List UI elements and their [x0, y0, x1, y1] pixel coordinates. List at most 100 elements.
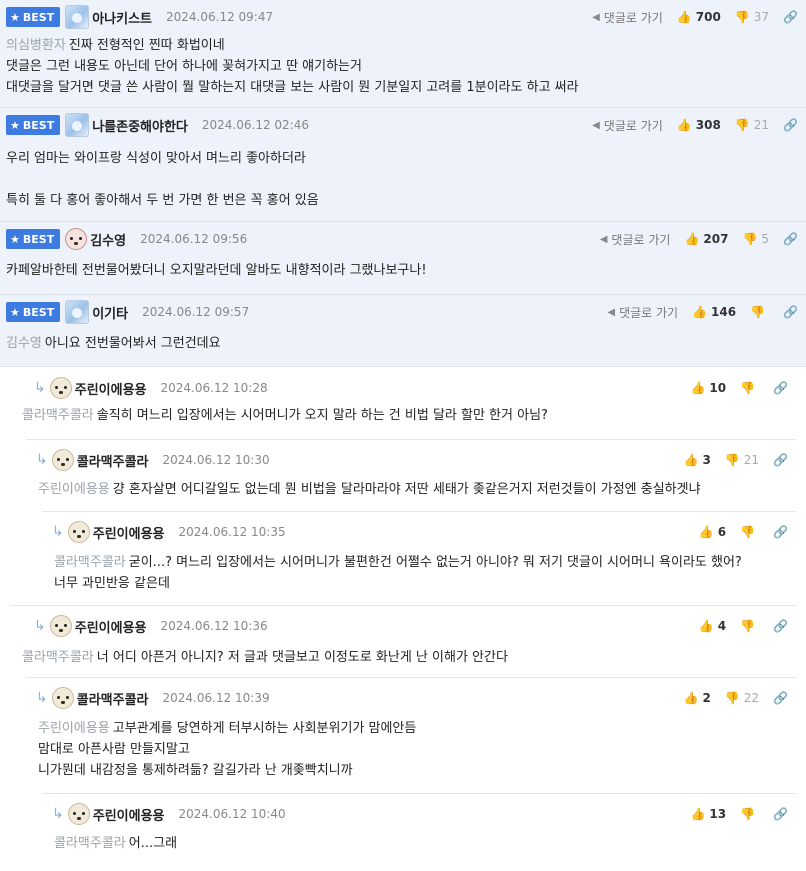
comment-body: 콜라맥주콜라 굳이...? 며느리 입장에서는 시어머니가 불편한건 어쩔수 없는…: [54, 555, 742, 591]
upvote-button[interactable]: 👍 207: [684, 232, 728, 246]
comment-date: 2024.06.12 10:40: [178, 807, 286, 821]
link-icon[interactable]: 🔗: [783, 305, 798, 319]
author-name[interactable]: 주린이에용용: [93, 805, 165, 824]
avatar[interactable]: [65, 228, 88, 250]
thumbs-up-icon: 👍: [676, 10, 692, 24]
upvote-button[interactable]: 👍 4: [699, 619, 726, 633]
downvote-button[interactable]: 👎: [740, 525, 759, 539]
reply-arrow-icon: ↳: [36, 452, 48, 468]
link-icon[interactable]: 🔗: [773, 619, 788, 633]
arrow-icon: ◀: [599, 233, 608, 245]
thumbs-up-icon: 👍: [690, 807, 706, 821]
avatar[interactable]: [65, 5, 90, 29]
goto-comment-button[interactable]: ◀ 댓글로 가기: [600, 231, 671, 248]
mention[interactable]: 김수영: [6, 336, 42, 351]
mention[interactable]: 의심병환자: [6, 38, 66, 53]
avatar[interactable]: [67, 803, 90, 825]
upvote-button[interactable]: 👍 10: [690, 381, 726, 395]
downvote-button[interactable]: 👎 22: [725, 691, 759, 705]
author-name[interactable]: 김수영: [90, 230, 126, 249]
link-icon[interactable]: 🔗: [773, 525, 788, 539]
thumbs-up-icon: 👍: [683, 453, 699, 467]
reply-item: ↳ 주린이에용용 2024.06.12 10:35 👍 6 👎 🔗 콜라맥주콜라 굳…: [42, 511, 796, 605]
upvote-button[interactable]: 👍 308: [677, 118, 721, 132]
link-icon[interactable]: 🔗: [773, 381, 788, 395]
star-icon: ★: [10, 305, 20, 319]
link-icon[interactable]: 🔗: [773, 807, 788, 821]
best-badge: ★ BEST: [6, 229, 61, 249]
avatar[interactable]: [65, 113, 90, 137]
downvote-button[interactable]: 👎 5: [742, 232, 769, 246]
author-name[interactable]: 콜라맥주콜라: [77, 451, 149, 470]
mention[interactable]: 주린이에용용: [38, 721, 110, 736]
thumbs-down-icon: 👎: [734, 118, 750, 132]
author-name[interactable]: 주린이에용용: [93, 523, 165, 542]
link-icon[interactable]: 🔗: [783, 232, 798, 246]
thumbs-down-icon: 👎: [742, 232, 758, 246]
comment-date: 2024.06.12 10:30: [162, 453, 270, 467]
avatar[interactable]: [67, 521, 90, 543]
best-badge: ★ BEST: [6, 115, 61, 135]
star-icon: ★: [10, 118, 20, 132]
reply-item: ↳ 주린이에용용 2024.06.12 10:40 👍 13 👎 🔗 콜라맥주콜라…: [42, 793, 796, 865]
goto-comment-button[interactable]: ◀ 댓글로 가기: [592, 9, 663, 26]
reply-item: ↳ 콜라맥주콜라 2024.06.12 10:30 👍 3 👎 21 🔗 주린이에용…: [26, 439, 796, 511]
author-name[interactable]: 이기타: [92, 303, 128, 322]
downvote-button[interactable]: 👎: [740, 619, 759, 633]
comment-body: 의심병환자 진짜 전형적인 찐따 화법이네 댓글은 그런 내용도 아닌데 단어 하…: [6, 38, 579, 95]
thumbs-down-icon: 👎: [724, 453, 740, 467]
avatar[interactable]: [65, 300, 90, 324]
mention[interactable]: 콜라맥주콜라: [54, 555, 126, 570]
thumbs-down-icon: 👎: [740, 525, 756, 539]
author-name[interactable]: 주린이에용용: [75, 617, 147, 636]
mention[interactable]: 콜라맥주콜라: [54, 836, 126, 851]
downvote-button[interactable]: 👎 37: [735, 10, 769, 24]
link-icon[interactable]: 🔗: [783, 10, 798, 24]
avatar[interactable]: [51, 687, 74, 709]
thumbs-down-icon: 👎: [734, 10, 750, 24]
avatar[interactable]: [49, 377, 72, 399]
thumbs-down-icon: 👎: [740, 619, 756, 633]
downvote-button[interactable]: 👎 21: [725, 453, 759, 467]
mention[interactable]: 콜라맥주콜라: [22, 408, 94, 423]
link-icon[interactable]: 🔗: [773, 453, 788, 467]
upvote-button[interactable]: 👍 6: [699, 525, 726, 539]
thumbs-down-icon: 👎: [740, 381, 756, 395]
author-name[interactable]: 아나키스트: [92, 8, 152, 27]
mention[interactable]: 콜라맥주콜라: [22, 650, 94, 665]
thumbs-down-icon: 👎: [750, 305, 766, 319]
upvote-button[interactable]: 👍 13: [690, 807, 726, 821]
thumbs-up-icon: 👍: [692, 305, 708, 319]
comment-body: 주린이에용용 걍 혼자살면 어디갈일도 없는데 뭔 비법을 달라마라야 저딴 세태…: [38, 482, 701, 497]
comment-date: 2024.06.12 10:36: [160, 619, 268, 633]
comment-body: 우리 엄마는 와이프랑 식성이 맞아서 며느리 좋아하더라 특히 둘 다 홍어 …: [6, 151, 319, 208]
thumbs-up-icon: 👍: [690, 381, 706, 395]
upvote-button[interactable]: 👍 3: [684, 453, 711, 467]
reply-arrow-icon: ↳: [34, 380, 46, 396]
comment-date: 2024.06.12 09:56: [140, 232, 248, 246]
star-icon: ★: [10, 232, 20, 246]
avatar[interactable]: [51, 449, 74, 471]
comment-date: 2024.06.12 10:28: [160, 381, 268, 395]
upvote-button[interactable]: 👍 2: [684, 691, 711, 705]
downvote-button[interactable]: 👎: [740, 381, 759, 395]
link-icon[interactable]: 🔗: [783, 118, 798, 132]
downvote-button[interactable]: 👎: [750, 305, 769, 319]
best-comment: ★ BEST 김수영 2024.06.12 09:56 ◀ 댓글로 가기 👍 207 …: [0, 222, 806, 295]
author-name[interactable]: 주린이에용용: [75, 379, 147, 398]
goto-comment-button[interactable]: ◀ 댓글로 가기: [592, 117, 663, 134]
goto-comment-button[interactable]: ◀ 댓글로 가기: [607, 304, 678, 321]
avatar[interactable]: [49, 615, 72, 637]
mention[interactable]: 주린이에용용: [38, 482, 110, 497]
upvote-button[interactable]: 👍 700: [677, 10, 721, 24]
author-name[interactable]: 콜라맥주콜라: [77, 689, 149, 708]
author-name[interactable]: 나를존중해야한다: [92, 116, 188, 135]
thumbs-up-icon: 👍: [683, 691, 699, 705]
downvote-button[interactable]: 👎 21: [735, 118, 769, 132]
star-icon: ★: [10, 10, 20, 24]
link-icon[interactable]: 🔗: [773, 691, 788, 705]
comment-date: 2024.06.12 10:39: [162, 691, 270, 705]
upvote-button[interactable]: 👍 146: [692, 305, 736, 319]
reply-item: ↳ 주린이에용용 2024.06.12 10:28 👍 10 👎 🔗 콜라맥주콜라…: [10, 367, 796, 439]
downvote-button[interactable]: 👎: [740, 807, 759, 821]
